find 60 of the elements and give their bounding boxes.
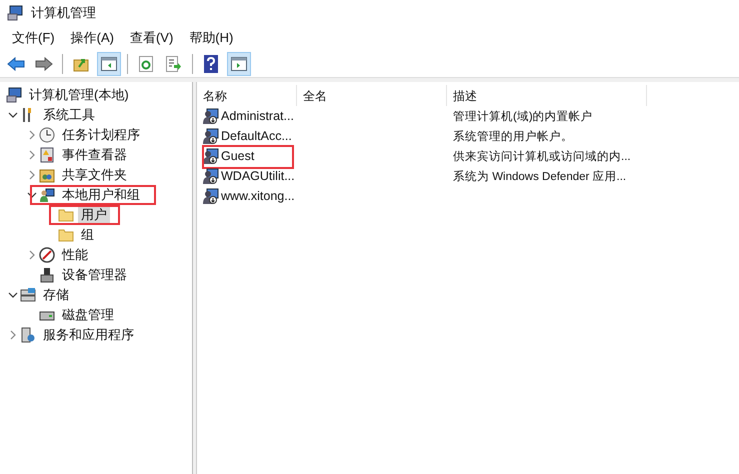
- collapse-chevron-icon[interactable]: [8, 290, 18, 300]
- tree-item[interactable]: 性能: [59, 245, 91, 265]
- table-cell-text: Administrat...: [221, 108, 294, 125]
- help-icon: [204, 54, 218, 72]
- expand-chevron-icon[interactable]: [8, 330, 18, 340]
- tree-item[interactable]: 系统工具: [40, 105, 98, 125]
- shared-folder-icon: [39, 167, 55, 183]
- folder-icon: [58, 227, 74, 243]
- tree-item[interactable]: 本地用户和组: [59, 185, 143, 205]
- storage-icon: [20, 287, 36, 303]
- collapse-chevron-icon[interactable]: [27, 190, 37, 200]
- menu-item[interactable]: 操作(A): [62, 28, 122, 48]
- folder-icon: [58, 207, 74, 223]
- refresh-icon: [139, 56, 153, 72]
- pane-icon: [101, 56, 117, 70]
- column-header[interactable]: 描述: [447, 85, 647, 106]
- tree-item[interactable]: 设备管理器: [59, 265, 130, 285]
- computer-icon: [7, 5, 23, 21]
- user-account-icon: [203, 108, 219, 124]
- table-cell-text: www.xitong...: [221, 188, 295, 205]
- users-icon: [39, 187, 55, 203]
- user-account-icon: [203, 128, 219, 144]
- table-cell: 管理计算机(域)的内置帐户: [453, 111, 593, 123]
- window-title: 计算机管理: [31, 4, 96, 22]
- column-header[interactable]: 名称: [197, 85, 297, 106]
- clock-icon: [39, 127, 55, 143]
- collapse-chevron-icon[interactable]: [8, 110, 18, 120]
- user-account-icon: [203, 188, 219, 204]
- gauge-icon: [39, 247, 55, 263]
- tree-item[interactable]: 任务计划程序: [59, 125, 143, 145]
- tree-item[interactable]: 事件查看器: [59, 145, 130, 165]
- table-cell-text: WDAGUtilit...: [221, 168, 295, 185]
- table-cell: 供来宾访问计算机或访问域的内...: [453, 151, 631, 163]
- log-icon: [39, 147, 55, 163]
- device-icon: [39, 267, 55, 283]
- menu-item[interactable]: 查看(V): [122, 28, 182, 48]
- column-header[interactable]: 全名: [297, 85, 447, 106]
- tree-item[interactable]: 服务和应用程序: [40, 325, 137, 345]
- table-cell-text: Guest: [221, 148, 254, 165]
- user-account-icon: [203, 168, 219, 184]
- menu-item[interactable]: 文件(F): [4, 28, 63, 48]
- computer-icon: [6, 87, 22, 103]
- forward-arrow-icon: [35, 56, 53, 70]
- expand-chevron-icon[interactable]: [27, 250, 37, 260]
- back-arrow-icon: [7, 56, 25, 70]
- table-cell-text: DefaultAcc...: [221, 128, 292, 145]
- tree-item[interactable]: 组: [78, 225, 97, 245]
- tree-item[interactable]: 共享文件夹: [59, 165, 130, 185]
- table-cell: 系统为 Windows Defender 应用...: [453, 171, 626, 183]
- user-account-icon: [203, 148, 219, 164]
- table-cell: 系统管理的用户帐户。: [453, 131, 573, 143]
- services-icon: [20, 327, 36, 343]
- toolbar-button[interactable]: [227, 52, 251, 76]
- tree-item[interactable]: 磁盘管理: [59, 305, 117, 325]
- tree-item[interactable]: 存储: [40, 285, 72, 305]
- tree-item[interactable]: 计算机管理(本地): [26, 85, 132, 105]
- toolbar-button[interactable]: [97, 52, 121, 76]
- pane-icon: [231, 56, 247, 70]
- menu-item[interactable]: 帮助(H): [181, 28, 242, 48]
- export-list-icon: [166, 56, 182, 72]
